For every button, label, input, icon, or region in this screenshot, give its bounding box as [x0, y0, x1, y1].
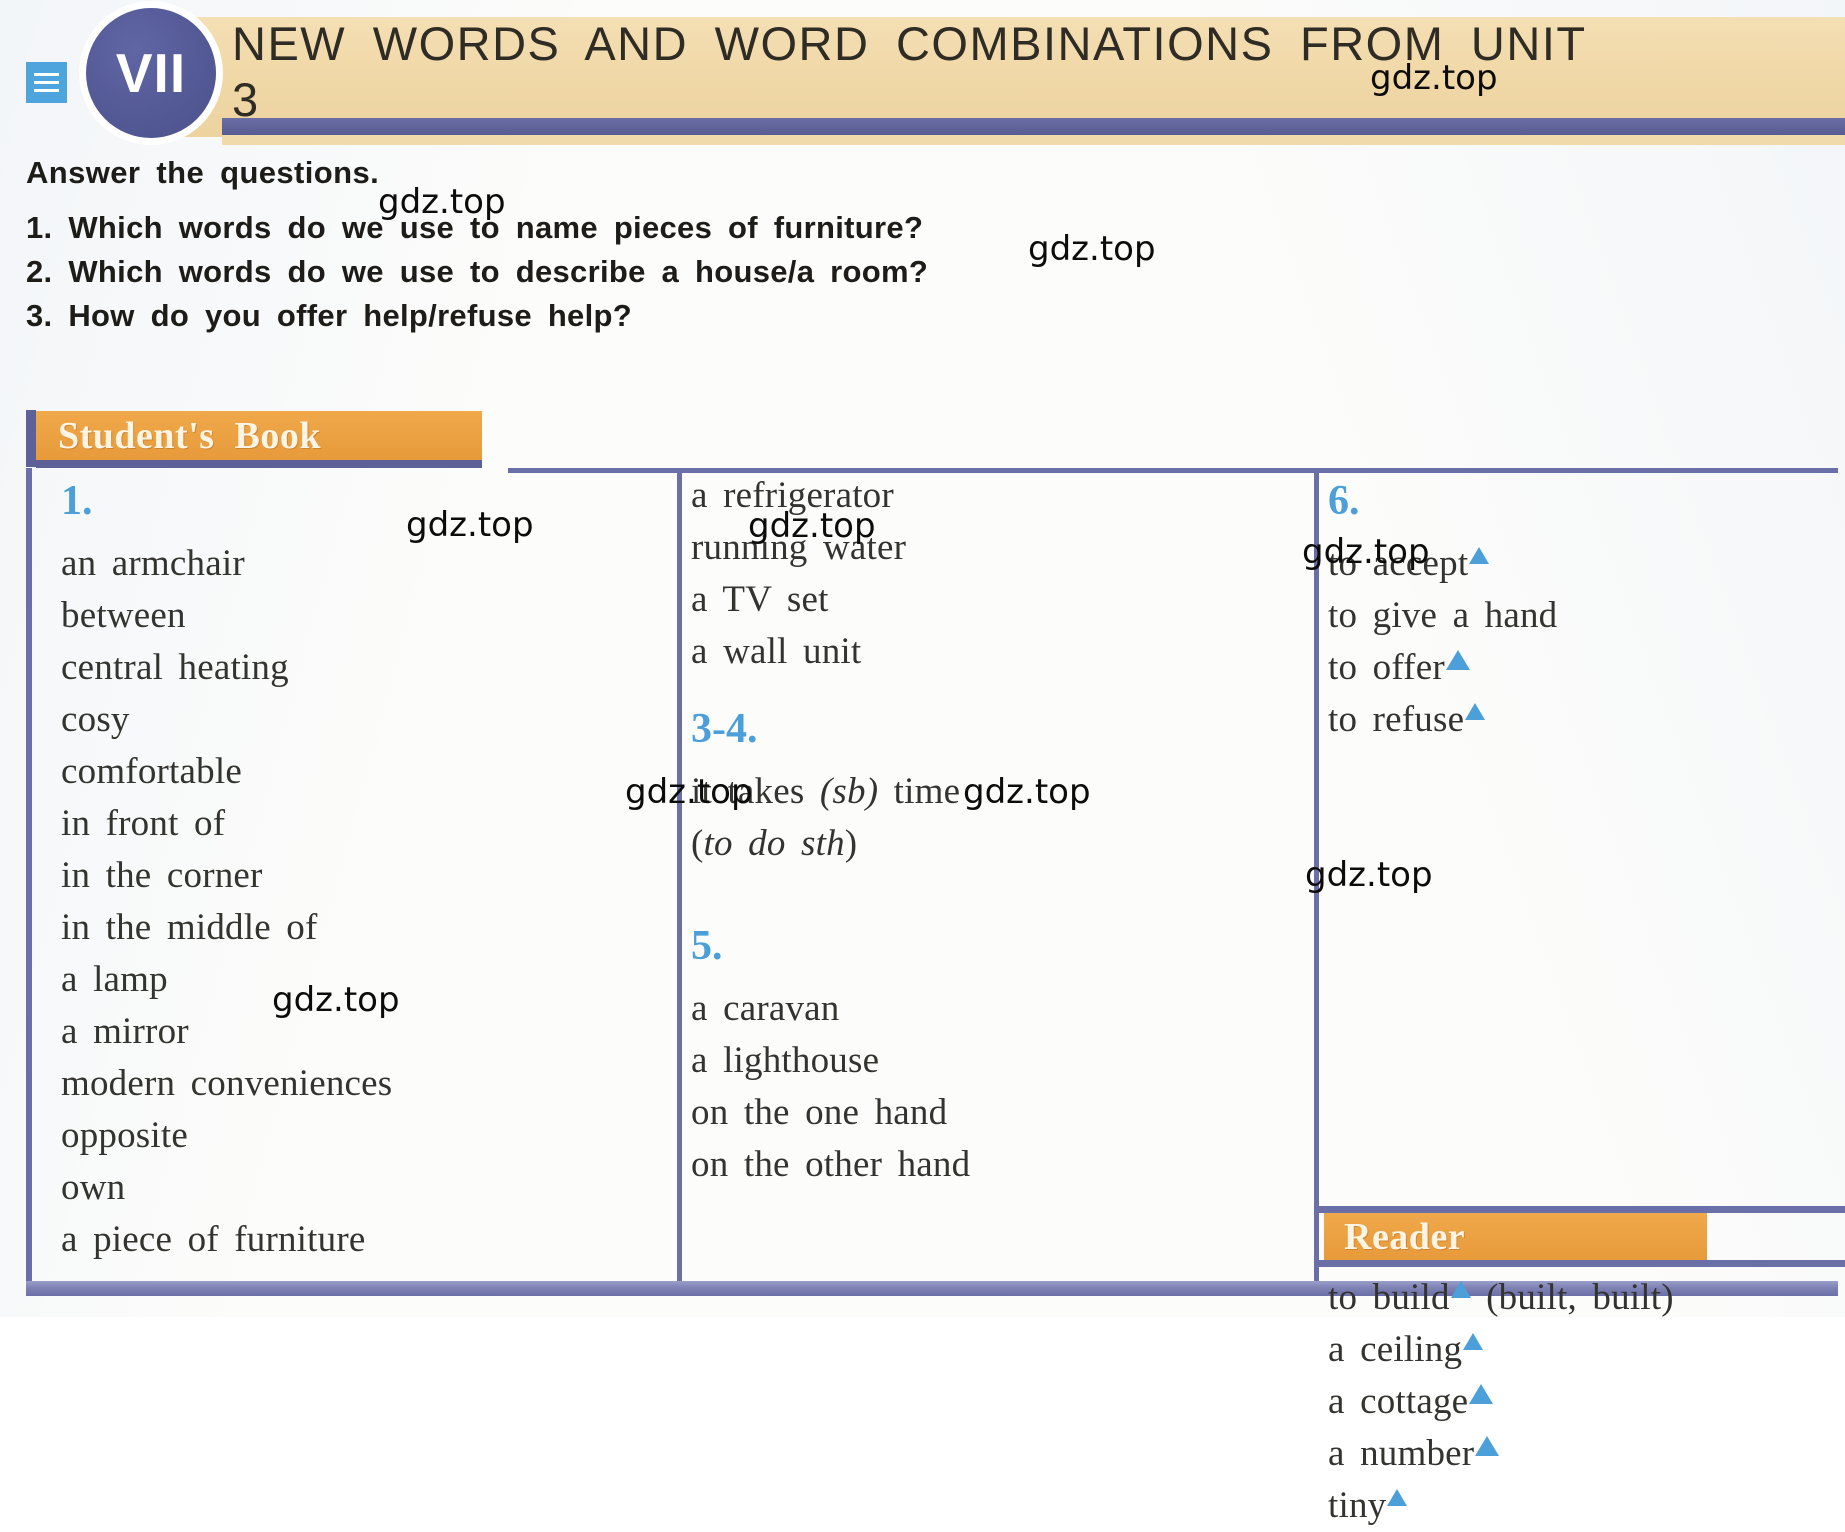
vocab-item: in the middle of [61, 907, 318, 948]
hamburger-line [34, 81, 59, 84]
vocab-item: a ceiling [1328, 1324, 1845, 1376]
audio-marker-icon [1463, 1333, 1484, 1350]
vocab-item: modern conveniences [61, 1063, 393, 1104]
students-book-tab[interactable]: Student's Book [36, 411, 482, 460]
vocab-item: to refuse [1328, 694, 1828, 746]
reader-tab-label: Reader [1344, 1215, 1466, 1258]
unit-roman-numeral: VII [115, 41, 187, 104]
reader-word-list: to build (built, built) a ceiling a cott… [1328, 1272, 1845, 1532]
vocab-item-text: to accept [1328, 543, 1469, 584]
vocab-item-text: a number [1328, 1433, 1475, 1474]
vocab-item: on the other hand [691, 1144, 971, 1185]
vocab-item: (to do sth) [691, 823, 858, 864]
vocab-item-text: to refuse [1328, 699, 1465, 740]
vocab-item: between [61, 595, 186, 636]
vocab-item: to offer [1328, 642, 1828, 694]
header-banner-underline-tail [222, 135, 1845, 145]
reader-rule-top [1319, 1206, 1845, 1213]
vocab-item: a mirror [61, 1011, 189, 1052]
audio-marker-icon [1450, 1281, 1471, 1298]
vocab-item-text: to build [1328, 1277, 1450, 1318]
vocab-item: on the one hand [691, 1092, 948, 1133]
reader-tab[interactable]: Reader [1324, 1213, 1707, 1260]
box-border-left [26, 468, 32, 1296]
audio-marker-icon [1469, 1384, 1494, 1404]
vocab-item: central heating [61, 647, 289, 688]
vocab-item: a caravan [691, 988, 840, 1029]
vocab-item: in the corner [61, 855, 263, 896]
group-number: 6. [1328, 478, 1360, 524]
vocab-item: opposite [61, 1115, 188, 1156]
vocab-item-text: to give a hand [1328, 595, 1558, 636]
vocab-item: a wall unit [691, 631, 862, 672]
unit-roman-badge: VII [86, 8, 216, 138]
students-book-tab-label: Student's Book [58, 414, 322, 457]
vocab-item: a piece of furniture [61, 1219, 366, 1260]
audio-marker-icon [1475, 1436, 1500, 1456]
vocab-item: an armchair [61, 543, 245, 584]
vocab-item-text: a cottage [1328, 1381, 1469, 1422]
group-number: 3-4. [691, 706, 758, 752]
instruction-text: Answer the questions. [26, 155, 380, 190]
vocab-item: own [61, 1167, 126, 1208]
vocab-item: running water [691, 527, 907, 568]
audio-marker-icon [1465, 703, 1486, 720]
vocab-item-suffix: (built, built) [1470, 1277, 1674, 1318]
vocab-item: a TV set [691, 579, 829, 620]
students-book-tab-spine [26, 410, 36, 467]
question-list: 1. Which words do we use to name pieces … [26, 206, 928, 338]
audio-marker-icon [1469, 547, 1490, 564]
page-title: NEW WORDS AND WORD COMBINATIONS FROM UNI… [232, 17, 1586, 126]
vocab-item: to build (built, built) [1328, 1272, 1845, 1324]
question-item: 1. Which words do we use to name pieces … [26, 210, 924, 245]
group-number: 1. [61, 478, 93, 524]
question-item: 2. Which words do we use to describe a h… [26, 254, 929, 289]
vocab-item: comfortable [61, 751, 242, 792]
vocab-item-text: tiny [1328, 1485, 1387, 1526]
vocab-item: a lighthouse [691, 1040, 880, 1081]
audio-marker-icon [1445, 650, 1470, 670]
vocabulary-content-box: 1. an armchair between central heating c… [26, 460, 1845, 1526]
vocab-item-text: to offer [1328, 647, 1445, 688]
vocab-item: to give a hand [1328, 590, 1828, 642]
vocab-item: in front of [61, 803, 226, 844]
audio-marker-icon [1387, 1489, 1408, 1506]
hamburger-icon[interactable] [26, 62, 67, 103]
column-divider-1 [677, 473, 682, 1281]
vocab-item: a number [1328, 1428, 1845, 1480]
vocab-item: a refrigerator [691, 475, 894, 516]
vocab-item: it takes (sb) time [691, 771, 961, 812]
vocab-item: cosy [61, 699, 130, 740]
hamburger-line [34, 73, 59, 76]
vocab-item: to accept [1328, 538, 1828, 590]
vocab-column-3: 6. to accept to give a hand to offer to … [1328, 480, 1828, 746]
column-divider-2 [1314, 473, 1319, 1281]
vocab-item: a cottage [1328, 1376, 1845, 1428]
vocab-item: a lamp [61, 959, 168, 1000]
vocab-column-1: 1. an armchair between central heating c… [61, 480, 661, 1266]
reader-rule-bottom [1319, 1260, 1845, 1267]
question-item: 3. How do you offer help/refuse help? [26, 298, 632, 333]
group-number: 5. [691, 923, 723, 969]
vocab-item: tiny [1328, 1480, 1845, 1532]
vocab-column-2: a refrigerator running water a TV set a … [691, 470, 1301, 1191]
hamburger-line [34, 89, 59, 92]
vocab-item-text: a ceiling [1328, 1329, 1463, 1370]
